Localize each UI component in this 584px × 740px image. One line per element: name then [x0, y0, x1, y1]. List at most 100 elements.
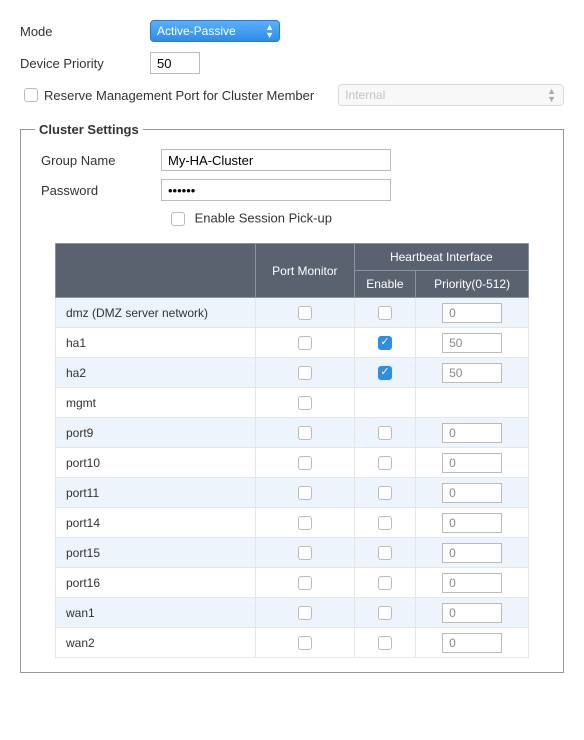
heartbeat-priority-cell	[416, 418, 529, 448]
port-name-cell: wan2	[56, 628, 256, 658]
heartbeat-enable-checkbox[interactable]	[378, 366, 392, 380]
heartbeat-priority-cell	[416, 508, 529, 538]
port-monitor-checkbox[interactable]	[298, 576, 312, 590]
session-pickup-label: Enable Session Pick-up	[195, 210, 332, 225]
port-monitor-cell	[256, 478, 355, 508]
cluster-settings-fieldset: Cluster Settings Group Name Password Ena…	[20, 122, 564, 673]
heartbeat-priority-input[interactable]	[442, 423, 502, 443]
port-monitor-cell	[256, 328, 355, 358]
device-priority-label: Device Priority	[20, 56, 150, 71]
port-monitor-cell	[256, 568, 355, 598]
heartbeat-priority-cell	[416, 478, 529, 508]
heartbeat-enable-checkbox[interactable]	[378, 306, 392, 320]
reserve-port-label: Reserve Management Port for Cluster Memb…	[44, 88, 314, 103]
heartbeat-enable-cell	[354, 298, 416, 328]
heartbeat-priority-input[interactable]	[442, 603, 502, 623]
table-row: ha2	[56, 358, 529, 388]
heartbeat-enable-checkbox[interactable]	[378, 606, 392, 620]
device-priority-input[interactable]	[150, 52, 200, 74]
heartbeat-enable-checkbox[interactable]	[378, 426, 392, 440]
port-name-cell: port15	[56, 538, 256, 568]
password-input[interactable]	[161, 179, 391, 201]
port-name-cell: ha2	[56, 358, 256, 388]
port-monitor-checkbox[interactable]	[298, 366, 312, 380]
port-monitor-cell	[256, 598, 355, 628]
heartbeat-priority-cell	[416, 358, 529, 388]
heartbeat-enable-checkbox[interactable]	[378, 636, 392, 650]
port-name-cell: port14	[56, 508, 256, 538]
heartbeat-priority-input[interactable]	[442, 333, 502, 353]
heartbeat-enable-checkbox[interactable]	[378, 516, 392, 530]
ports-table: Port Monitor Heartbeat Interface Enable …	[55, 243, 529, 658]
heartbeat-priority-input[interactable]	[442, 543, 502, 563]
port-monitor-checkbox[interactable]	[298, 546, 312, 560]
heartbeat-enable-checkbox[interactable]	[378, 336, 392, 350]
heartbeat-priority-cell	[416, 598, 529, 628]
heartbeat-enable-checkbox[interactable]	[378, 486, 392, 500]
group-name-input[interactable]	[161, 149, 391, 171]
port-monitor-checkbox[interactable]	[298, 306, 312, 320]
table-row: ha1	[56, 328, 529, 358]
heartbeat-priority-cell	[416, 628, 529, 658]
port-name-cell: mgmt	[56, 388, 256, 418]
heartbeat-enable-checkbox[interactable]	[378, 546, 392, 560]
port-monitor-checkbox[interactable]	[298, 636, 312, 650]
port-monitor-checkbox[interactable]	[298, 516, 312, 530]
heartbeat-priority-input[interactable]	[442, 363, 502, 383]
port-name-cell: wan1	[56, 598, 256, 628]
heartbeat-priority-cell	[416, 388, 529, 418]
port-monitor-checkbox[interactable]	[298, 336, 312, 350]
heartbeat-enable-cell	[354, 538, 416, 568]
table-row: wan1	[56, 598, 529, 628]
port-monitor-cell	[256, 388, 355, 418]
port-name-cell: port16	[56, 568, 256, 598]
heartbeat-enable-cell	[354, 478, 416, 508]
heartbeat-priority-input[interactable]	[442, 483, 502, 503]
heartbeat-priority-input[interactable]	[442, 513, 502, 533]
table-row: wan2	[56, 628, 529, 658]
heartbeat-priority-input[interactable]	[442, 573, 502, 593]
session-pickup-checkbox[interactable]	[171, 212, 185, 226]
port-monitor-cell	[256, 298, 355, 328]
port-name-cell: dmz (DMZ server network)	[56, 298, 256, 328]
heartbeat-enable-checkbox[interactable]	[378, 456, 392, 470]
heartbeat-enable-cell	[354, 568, 416, 598]
port-monitor-cell	[256, 538, 355, 568]
port-monitor-cell	[256, 628, 355, 658]
port-name-cell: port11	[56, 478, 256, 508]
heartbeat-priority-cell	[416, 328, 529, 358]
heartbeat-enable-cell	[354, 358, 416, 388]
port-monitor-checkbox[interactable]	[298, 606, 312, 620]
port-name-cell: ha1	[56, 328, 256, 358]
reserve-port-select[interactable]: Internal	[338, 84, 564, 106]
port-monitor-checkbox[interactable]	[298, 456, 312, 470]
table-row: mgmt	[56, 388, 529, 418]
port-monitor-checkbox[interactable]	[298, 396, 312, 410]
heartbeat-priority-input[interactable]	[442, 453, 502, 473]
reserve-port-checkbox[interactable]	[24, 88, 38, 102]
port-name-cell: port10	[56, 448, 256, 478]
cluster-settings-legend: Cluster Settings	[35, 122, 143, 137]
table-row: port16	[56, 568, 529, 598]
port-name-cell: port9	[56, 418, 256, 448]
heartbeat-enable-cell	[354, 448, 416, 478]
table-row: port15	[56, 538, 529, 568]
heartbeat-priority-cell	[416, 448, 529, 478]
heartbeat-priority-input[interactable]	[442, 303, 502, 323]
heartbeat-priority-input[interactable]	[442, 633, 502, 653]
table-header-heartbeat: Heartbeat Interface	[354, 244, 528, 271]
heartbeat-enable-cell	[354, 508, 416, 538]
heartbeat-enable-cell	[354, 418, 416, 448]
table-row: dmz (DMZ server network)	[56, 298, 529, 328]
heartbeat-enable-checkbox[interactable]	[378, 576, 392, 590]
heartbeat-priority-cell	[416, 538, 529, 568]
port-monitor-cell	[256, 358, 355, 388]
mode-select[interactable]: Active-Passive	[150, 20, 280, 42]
port-monitor-checkbox[interactable]	[298, 426, 312, 440]
group-name-label: Group Name	[41, 153, 161, 168]
port-monitor-checkbox[interactable]	[298, 486, 312, 500]
port-monitor-cell	[256, 448, 355, 478]
table-row: port11	[56, 478, 529, 508]
table-header-empty	[56, 244, 256, 298]
heartbeat-enable-cell	[354, 328, 416, 358]
